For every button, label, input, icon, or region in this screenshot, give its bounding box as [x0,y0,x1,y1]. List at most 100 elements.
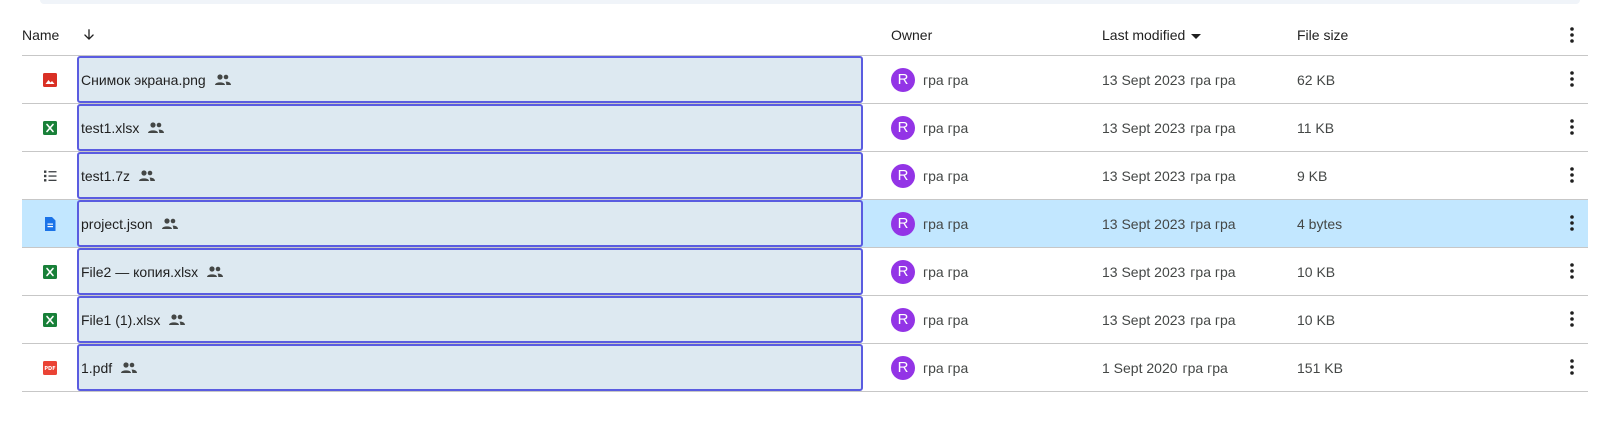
spreadsheet-file-icon [43,121,57,135]
spreadsheet-file-icon [43,265,57,279]
owner-name: гра гра [923,359,969,376]
modified-by: гра гра [1190,311,1236,328]
table-row[interactable]: Снимок экрана.png R гра гра 13 Sept 2023… [22,56,1588,104]
file-size: 10 KB [1297,263,1336,280]
owner-cell: R гра гра [891,344,968,391]
modified-date: 13 Sept 2023 [1102,71,1186,88]
sort-direction-button[interactable] [78,15,100,55]
table-row[interactable]: PDF 1.pdf R гра гра 1 Sept 2020 гра гра … [22,344,1588,392]
owner-name: гра гра [923,263,969,280]
table-row[interactable]: test1.7z R гра гра 13 Sept 2023 гра гра … [22,152,1588,200]
file-name-cell[interactable]: project.json [77,200,863,247]
avatar: R [891,67,915,92]
modified-date: 1 Sept 2020 [1102,359,1178,376]
avatar: R [891,163,915,188]
modified-by: гра гра [1182,359,1228,376]
more-vert-icon [1570,167,1574,183]
table-row[interactable]: File2 — копия.xlsx R гра гра 13 Sept 202… [22,248,1588,296]
modified-date: 13 Sept 2023 [1102,263,1186,280]
more-vert-icon [1570,119,1574,135]
file-name: test1.7z [81,167,131,184]
spreadsheet-file-icon [43,313,57,327]
file-name: Снимок экрана.png [81,71,206,88]
more-vert-icon [1570,27,1574,43]
owner-cell: R гра гра [891,56,968,103]
modified-by: гра гра [1190,215,1236,232]
more-actions-button[interactable] [1560,211,1584,235]
more-vert-icon [1570,71,1574,87]
avatar: R [891,307,915,332]
file-name-cell[interactable]: Снимок экрана.png [77,56,863,103]
file-name-cell[interactable]: test1.7z [77,152,863,199]
more-actions-button[interactable] [1560,67,1584,91]
owner-name: гра гра [923,215,969,232]
table-row[interactable]: project.json R гра гра 13 Sept 2023 гра … [22,200,1588,248]
file-size: 4 bytes [1297,215,1343,232]
column-header-last-modified-label: Last modified [1102,27,1186,43]
archive-file-icon [44,170,57,182]
more-vert-icon [1570,215,1574,231]
modified-by: гра гра [1190,71,1236,88]
file-name-cell[interactable]: 1.pdf [77,344,863,391]
file-size: 10 KB [1297,311,1336,328]
owner-name: гра гра [923,167,969,184]
column-header-last-modified[interactable]: Last modified [1102,15,1202,55]
file-name-cell[interactable]: File1 (1).xlsx [77,296,863,343]
image-file-icon [43,73,57,87]
document-file-icon [45,217,56,231]
owner-cell: R гра гра [891,152,968,199]
more-actions-button[interactable] [1560,355,1584,379]
pdf-file-icon: PDF [43,361,57,375]
arrow-down-icon [84,29,94,40]
avatar: R [891,115,915,140]
table-row[interactable]: test1.xlsx R гра гра 13 Sept 2023 гра гр… [22,104,1588,152]
file-size: 62 KB [1297,71,1336,88]
file-name-cell[interactable]: test1.xlsx [77,104,863,151]
toolbar-edge [40,0,1580,4]
owner-name: гра гра [923,311,969,328]
more-actions-button[interactable] [1560,163,1584,187]
svg-text:PDF: PDF [44,366,55,372]
modified-date: 13 Sept 2023 [1102,167,1186,184]
shared-people-icon [169,313,186,325]
shared-people-icon [161,217,178,229]
table-header: Name Owner Last modified File size [22,15,1588,56]
file-size: 9 KB [1297,167,1328,184]
table-row[interactable]: File1 (1).xlsx R гра гра 13 Sept 2023 гр… [22,296,1588,344]
column-options-button[interactable] [1560,15,1584,55]
more-vert-icon [1570,263,1574,279]
shared-people-icon [148,121,165,133]
last-modified-cell: 13 Sept 2023 гра гра [1102,248,1236,295]
more-vert-icon [1570,359,1574,375]
last-modified-cell: 13 Sept 2023 гра гра [1102,56,1236,103]
file-size: 11 KB [1297,119,1335,136]
shared-people-icon [214,73,231,85]
owner-cell: R гра гра [891,200,968,247]
file-name: test1.xlsx [81,119,140,136]
column-header-name[interactable]: Name [22,15,59,55]
modified-date: 13 Sept 2023 [1102,215,1186,232]
file-name: project.json [81,215,153,232]
avatar: R [891,355,915,380]
file-size: 151 KB [1297,359,1343,376]
file-name-cell[interactable]: File2 — копия.xlsx [77,248,863,295]
shared-people-icon [139,169,156,181]
modified-by: гра гра [1190,263,1236,280]
more-actions-button[interactable] [1560,259,1584,283]
column-header-file-size[interactable]: File size [1297,15,1348,55]
last-modified-cell: 13 Sept 2023 гра гра [1102,104,1236,151]
more-actions-button[interactable] [1560,115,1584,139]
more-vert-icon [1570,311,1574,327]
owner-cell: R гра гра [891,248,968,295]
file-name: File1 (1).xlsx [81,311,161,328]
file-name: File2 — копия.xlsx [81,263,199,280]
shared-people-icon [121,361,138,373]
owner-cell: R гра гра [891,296,968,343]
owner-name: гра гра [923,119,969,136]
owner-name: гра гра [923,71,969,88]
last-modified-cell: 13 Sept 2023 гра гра [1102,200,1236,247]
avatar: R [891,259,915,284]
column-header-owner[interactable]: Owner [891,15,932,55]
file-list-table: Name Owner Last modified File size Снимо… [22,15,1588,392]
more-actions-button[interactable] [1560,307,1584,331]
